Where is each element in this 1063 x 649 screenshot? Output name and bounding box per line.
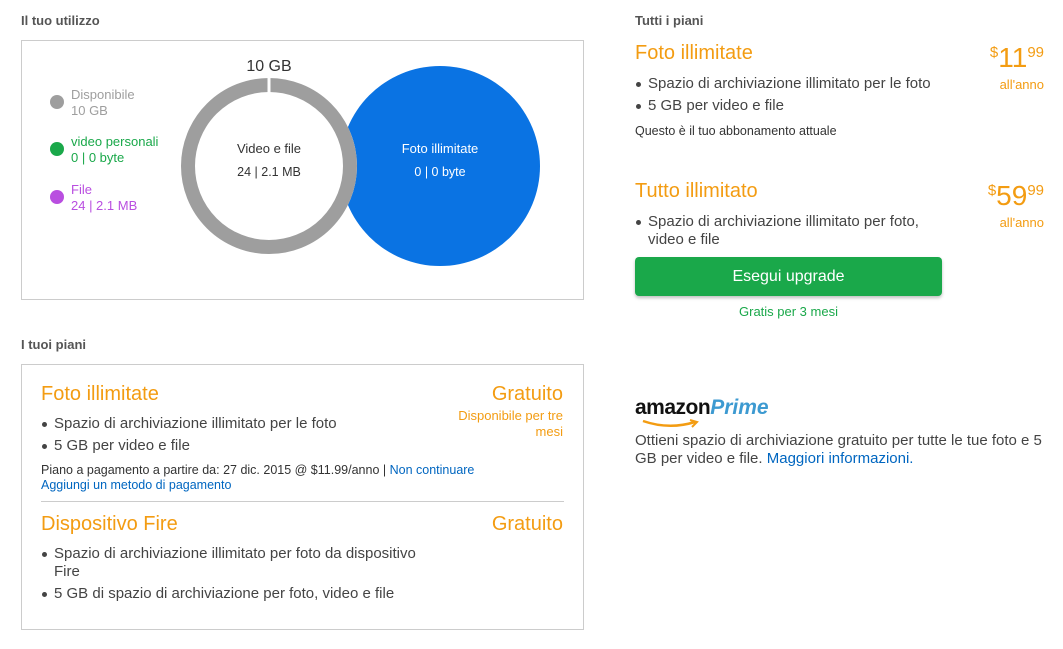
current-plan-note: Questo è il tuo abbonamento attuale	[635, 124, 837, 138]
price-period: all'anno	[999, 215, 1044, 230]
price-currency: $	[989, 44, 999, 61]
plan-price: $1199	[990, 42, 1044, 74]
price-cents: 99	[1027, 44, 1044, 61]
plan-name: Dispositivo Fire	[41, 513, 178, 535]
circle-value: 0 | 0 byte	[414, 165, 466, 179]
feature-item: Spazio di archiviazione illimitato per f…	[635, 213, 945, 249]
cancel-plan-link[interactable]: Non continuare	[390, 463, 475, 477]
usage-title: Il tuo utilizzo	[21, 13, 100, 28]
price-whole: 59	[996, 180, 1028, 211]
plan-name: Tutto illimitato	[635, 180, 758, 202]
plan-features: Spazio di archiviazione illimitato per f…	[41, 545, 441, 607]
plan-features: Spazio di archiviazione illimitato per f…	[635, 213, 945, 253]
amazon-smile-icon	[642, 419, 699, 428]
feature-item: Spazio di archiviazione illimitato per f…	[41, 545, 441, 581]
amazon-prime-logo[interactable]: amazonPrime	[635, 396, 769, 428]
plan-price: $5999	[988, 180, 1044, 212]
feature-item: Spazio di archiviazione illimitato per l…	[635, 75, 955, 93]
plans-divider	[41, 501, 564, 502]
ring-title: Video e file	[236, 141, 302, 156]
feature-item: 5 GB per video e file	[635, 97, 955, 115]
upgrade-button[interactable]: Esegui upgrade	[635, 257, 942, 296]
feature-item: Spazio di archiviazione illimitato per l…	[41, 415, 441, 433]
plan-features: Spazio di archiviazione illimitato per l…	[41, 415, 441, 459]
prime-logo-text: Prime	[710, 396, 769, 419]
prime-description: Ottieni spazio di archiviazione gratuito…	[635, 432, 1055, 468]
my-plans-title: I tuoi piani	[21, 337, 86, 352]
plan-name: Foto illimitate	[41, 383, 159, 405]
plan-price: Gratuito	[491, 513, 563, 535]
ring-value: 24 | 2.1 MB	[237, 165, 301, 179]
free-trial-note: Gratis per 3 mesi	[739, 304, 838, 319]
billing-text: Piano a pagamento a partire da: 27 dic. …	[41, 463, 387, 477]
price-period: all'anno	[999, 77, 1044, 92]
plan-features: Spazio di archiviazione illimitato per l…	[635, 75, 955, 119]
capacity-label: 10 GB	[246, 58, 292, 75]
circle-title: Foto illimitate	[401, 141, 479, 156]
my-plans-panel: Foto illimitate Gratuito Disponibile per…	[21, 364, 584, 630]
price-currency: $	[987, 182, 997, 199]
price-whole: 11	[998, 42, 1028, 73]
plan-price: Gratuito	[491, 383, 563, 405]
usage-panel: Disponibile 10 GB video personali 0 | 0 …	[21, 40, 584, 300]
plan-availability: Disponibile per tre mesi	[458, 408, 563, 439]
billing-info: Piano a pagamento a partire da: 27 dic. …	[41, 463, 474, 477]
feature-item: 5 GB per video e file	[41, 437, 441, 455]
price-cents: 99	[1027, 182, 1044, 199]
add-payment-method-link[interactable]: Aggiungi un metodo di pagamento	[41, 478, 231, 492]
amazon-logo-text: amazon	[635, 396, 711, 419]
all-plans-title: Tutti i piani	[635, 13, 704, 28]
feature-item: 5 GB di spazio di archiviazione per foto…	[41, 585, 441, 603]
plan-name: Foto illimitate	[635, 42, 753, 64]
learn-more-link[interactable]: Maggiori informazioni.	[767, 450, 914, 467]
